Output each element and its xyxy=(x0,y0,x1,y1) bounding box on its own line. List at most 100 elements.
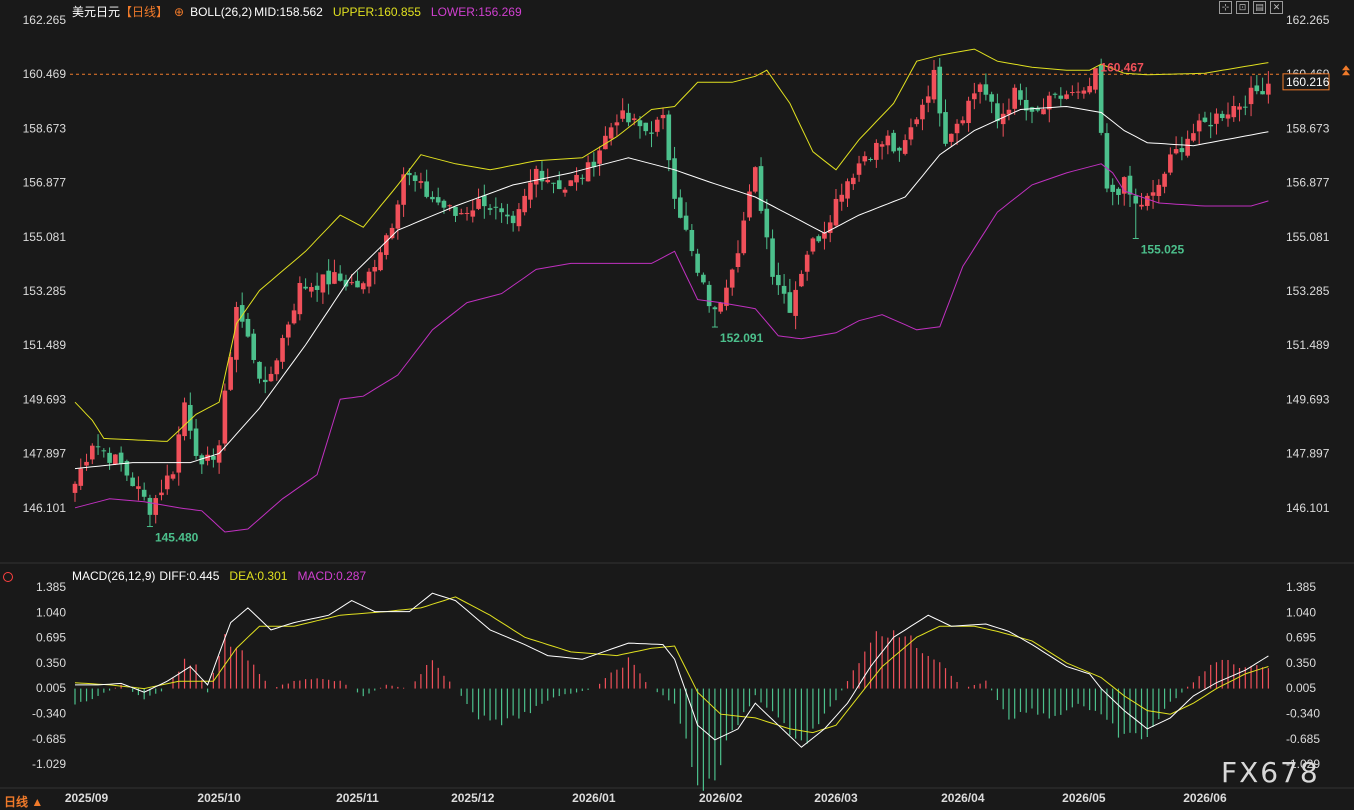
period-selector[interactable]: 日线 ▲ xyxy=(4,793,43,810)
indicator-toggle-icon[interactable]: ⊕ xyxy=(174,5,184,19)
candle-up xyxy=(395,204,401,229)
candle-up xyxy=(418,181,424,183)
x-tick-label: 2025/09 xyxy=(65,791,109,805)
candle-down xyxy=(326,270,331,285)
candle-down xyxy=(937,66,943,114)
candle-down xyxy=(505,214,510,217)
macd-tick-right: 0.005 xyxy=(1286,681,1316,695)
candle-down xyxy=(689,230,695,252)
candle-down xyxy=(430,196,435,200)
chart-canvas[interactable]: 162.265162.265160.469160.469158.673158.6… xyxy=(0,0,1354,808)
candle-up xyxy=(574,174,579,183)
macd-tick-left: -0.685 xyxy=(32,732,66,746)
candle-up xyxy=(378,252,383,271)
price-tick-left: 160.469 xyxy=(23,67,67,81)
macd-panel-header: MACD(26,12,9) DIFF:0.445 DEA:0.301 MACD:0.2… xyxy=(72,569,372,583)
candle-up xyxy=(1214,113,1219,124)
candle-down xyxy=(758,166,764,211)
candle-down xyxy=(101,450,107,452)
high-annotation: 160.467 xyxy=(1100,60,1144,74)
candle-down xyxy=(303,286,308,289)
candle-up xyxy=(366,271,372,287)
candle-up xyxy=(874,142,879,160)
candle-down xyxy=(493,206,499,208)
candle-up xyxy=(799,273,804,287)
candle-down xyxy=(1208,124,1214,127)
candle-up xyxy=(222,390,228,444)
candle-down xyxy=(262,379,268,383)
scroll-up-icon xyxy=(1342,65,1350,76)
candle-down xyxy=(695,253,700,273)
candle-down xyxy=(989,94,994,102)
restore-icon[interactable]: ⊡ xyxy=(1236,1,1249,14)
candle-down xyxy=(787,292,793,313)
candle-up xyxy=(977,84,983,92)
candle-up xyxy=(384,235,389,255)
candle-up xyxy=(845,181,850,199)
x-tick-label: 2025/11 xyxy=(336,791,379,805)
candle-up xyxy=(470,210,476,217)
candle-down xyxy=(453,206,458,216)
candle-down xyxy=(1098,64,1104,133)
macd-tick-right: -0.685 xyxy=(1286,732,1320,746)
low-annotation: 145.480 xyxy=(155,531,199,545)
candle-up xyxy=(476,198,481,209)
candle-up xyxy=(176,434,182,473)
candle-down xyxy=(816,236,821,242)
candle-up xyxy=(948,133,954,142)
macd-panel-marker[interactable] xyxy=(3,570,19,584)
low-annotation: 152.091 xyxy=(720,331,764,345)
candle-down xyxy=(626,112,631,123)
candle-down xyxy=(539,170,545,182)
boll-mid-line xyxy=(74,105,1269,470)
candle-up xyxy=(908,127,914,140)
macd-tick-right: 0.350 xyxy=(1286,656,1316,670)
candle-up xyxy=(1185,138,1190,156)
candle-down xyxy=(1104,133,1110,189)
candle-up xyxy=(464,212,470,214)
candle-up xyxy=(954,123,960,134)
candle-up xyxy=(228,357,233,390)
price-panel-header: 美元日元【日线】 ⊕ BOLL(26,2) MID:158.562 UPPER:160.… xyxy=(72,3,528,20)
candle-down xyxy=(337,273,343,281)
candle-down xyxy=(314,285,320,290)
candle-up xyxy=(280,338,285,362)
candle-down xyxy=(943,112,948,144)
candle-up xyxy=(804,254,810,272)
candle-up xyxy=(735,253,741,268)
doc-icon[interactable]: ▤ xyxy=(1253,1,1266,14)
macd-tick-right: -0.340 xyxy=(1286,707,1320,721)
candle-down xyxy=(211,456,216,460)
fit-icon[interactable]: ⊹ xyxy=(1219,1,1232,14)
candle-up xyxy=(360,283,366,290)
candle-up xyxy=(879,144,885,147)
candle-down xyxy=(193,428,199,456)
candle-up xyxy=(528,182,533,200)
macd-value-label: MACD:0.287 xyxy=(297,569,367,583)
candle-up xyxy=(78,468,84,486)
candle-up xyxy=(1000,113,1006,125)
watermark-logo: FX678 xyxy=(1221,756,1320,789)
candle-up xyxy=(1139,204,1144,207)
candle-down xyxy=(983,84,989,95)
price-tick-right: 153.285 xyxy=(1286,284,1330,298)
price-tick-right: 158.673 xyxy=(1286,121,1330,135)
candle-down xyxy=(637,120,643,127)
candle-down xyxy=(147,497,153,515)
candle-up xyxy=(153,498,159,515)
candle-down xyxy=(770,238,775,277)
boll-mid-label: MID:158.562 xyxy=(254,5,323,19)
candle-up xyxy=(1070,92,1075,94)
price-tick-left: 153.285 xyxy=(23,284,67,298)
candle-up xyxy=(620,110,625,119)
close-icon[interactable]: ✕ xyxy=(1270,1,1283,14)
settings-dot-icon[interactable] xyxy=(3,572,13,582)
candle-down xyxy=(118,452,124,465)
candle-up xyxy=(286,324,291,338)
candle-up xyxy=(1041,109,1046,115)
candle-down xyxy=(712,307,718,310)
candle-down xyxy=(441,200,447,208)
candle-up xyxy=(718,302,723,312)
candle-up xyxy=(729,269,735,288)
candle-up xyxy=(1231,106,1237,118)
